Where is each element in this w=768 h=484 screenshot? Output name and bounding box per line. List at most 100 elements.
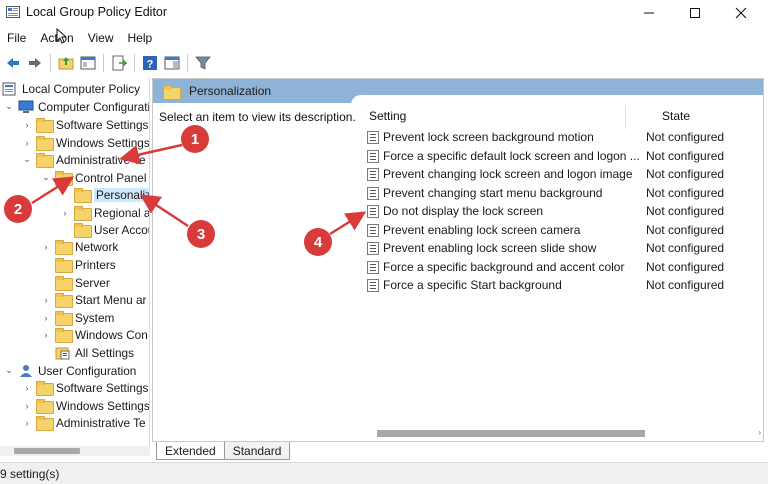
back-arrow-icon: [6, 58, 19, 68]
scroll-right-arrow-icon[interactable]: ›: [758, 428, 761, 437]
tree-node-network[interactable]: › Network: [41, 238, 118, 255]
close-button[interactable]: [718, 0, 764, 26]
setting-state: Not configured: [646, 204, 725, 218]
help-button[interactable]: ?: [139, 53, 160, 73]
column-divider[interactable]: [625, 105, 626, 129]
setting-row-do-not-display-lock-screen[interactable]: Do not display the lock screen Not confi…: [367, 202, 763, 220]
close-icon: [735, 7, 747, 19]
setting-row[interactable]: Force a specific background and accent c…: [367, 258, 763, 276]
setting-name: Do not display the lock screen: [383, 204, 544, 218]
setting-row[interactable]: Force a specific default lock screen and…: [367, 147, 763, 165]
chevron-right-icon[interactable]: ›: [41, 242, 51, 252]
setting-state: Not configured: [646, 149, 725, 163]
export-list-button[interactable]: [108, 53, 129, 73]
tree-node-user-accounts[interactable]: User Accou: [60, 221, 149, 238]
policy-setting-icon: [367, 241, 379, 255]
tree-node-windows-settings[interactable]: › Windows Settings: [22, 134, 150, 151]
up-one-level-button[interactable]: [55, 53, 76, 73]
setting-state: Not configured: [646, 278, 725, 292]
maximize-button[interactable]: [672, 0, 718, 26]
tree-node-regional[interactable]: › Regional a: [60, 204, 149, 221]
tree-node-windows-components[interactable]: › Windows Con: [41, 326, 148, 343]
tree-node-user-software-settings[interactable]: › Software Settings: [22, 379, 148, 396]
chevron-right-icon[interactable]: ›: [41, 330, 51, 340]
tree-label: All Settings: [75, 345, 135, 360]
folder-icon: [55, 275, 73, 291]
action-pane-icon: [164, 56, 179, 70]
tree-node-server[interactable]: Server: [41, 274, 110, 291]
tab-extended[interactable]: Extended: [156, 442, 225, 460]
chevron-right-icon[interactable]: ›: [22, 401, 32, 411]
folder-icon: [74, 187, 92, 203]
column-header-state[interactable]: State: [662, 109, 690, 129]
tree-node-personalization[interactable]: Personaliz: [60, 186, 149, 203]
chevron-right-icon[interactable]: ›: [22, 383, 32, 393]
setting-row[interactable]: Prevent changing lock screen and logon i…: [367, 165, 763, 183]
chevron-right-icon[interactable]: ›: [22, 138, 32, 148]
folder-up-icon: [58, 57, 73, 70]
minimize-button[interactable]: [626, 0, 672, 26]
tree-node-user-administrative-templates[interactable]: › Administrative Te: [22, 414, 146, 431]
tree-label: Windows Settings: [56, 135, 150, 150]
scrollbar-thumb[interactable]: [377, 430, 645, 437]
console-tree: Local Computer Policy ⌄ Computer Configu…: [0, 78, 150, 456]
setting-state: Not configured: [646, 186, 725, 200]
forward-button[interactable]: [24, 53, 45, 73]
tree-node-control-panel[interactable]: ⌄ Control Panel: [41, 169, 146, 186]
details-horizontal-scrollbar[interactable]: ›: [367, 427, 763, 439]
column-header-setting[interactable]: Setting: [369, 109, 406, 129]
tree-node-user-windows-settings[interactable]: › Windows Settings: [22, 397, 149, 414]
chevron-right-icon[interactable]: ›: [41, 295, 51, 305]
show-action-pane-button[interactable]: [161, 53, 182, 73]
chevron-right-icon[interactable]: ›: [60, 208, 70, 218]
chevron-down-icon[interactable]: ⌄: [4, 365, 14, 376]
tree-node-system[interactable]: › System: [41, 309, 114, 326]
tree-label: System: [75, 310, 115, 325]
setting-row[interactable]: Prevent changing start menu background N…: [367, 184, 763, 202]
tree-label: Administrative Te: [56, 152, 146, 167]
menu-view[interactable]: View: [81, 28, 121, 48]
tree-node-local-computer-policy[interactable]: Local Computer Policy: [2, 80, 140, 97]
tree-node-software-settings[interactable]: › Software Settings: [22, 116, 148, 133]
chevron-down-icon[interactable]: ⌄: [4, 101, 14, 112]
chevron-right-icon[interactable]: ›: [22, 418, 32, 428]
setting-row[interactable]: Force a specific Start background Not co…: [367, 276, 763, 294]
chevron-down-icon[interactable]: ⌄: [22, 154, 32, 165]
mouse-cursor-icon: [56, 28, 66, 44]
annotation-callout-1: 1: [181, 125, 209, 153]
group-policy-app-icon: [6, 6, 20, 18]
policy-setting-icon: [367, 186, 379, 200]
toolbar: ?: [0, 50, 768, 76]
tree-node-start-menu[interactable]: › Start Menu ar: [41, 291, 146, 308]
setting-row[interactable]: Prevent lock screen background motion No…: [367, 128, 763, 146]
setting-row[interactable]: Prevent enabling lock screen camera Not …: [367, 221, 763, 239]
status-bar: 9 setting(s): [0, 462, 768, 484]
tree-node-administrative-templates[interactable]: ⌄ Administrative Te: [22, 151, 146, 168]
scrollbar-thumb[interactable]: [14, 448, 80, 454]
tree-label: Administrative Te: [56, 415, 146, 430]
folder-icon: [163, 84, 181, 100]
policy-setting-icon: [367, 278, 379, 292]
annotation-callout-4: 4: [304, 228, 332, 256]
chevron-right-icon[interactable]: ›: [22, 120, 32, 130]
details-header-title: Personalization: [189, 84, 272, 98]
menu-file[interactable]: File: [0, 28, 33, 48]
tree-horizontal-scrollbar[interactable]: [0, 446, 150, 456]
chevron-down-icon[interactable]: ⌄: [41, 172, 51, 183]
setting-state: Not configured: [646, 167, 725, 181]
chevron-right-icon[interactable]: ›: [41, 313, 51, 323]
tree-node-all-settings[interactable]: All Settings: [41, 344, 134, 361]
back-button[interactable]: [2, 53, 23, 73]
tree-node-printers[interactable]: Printers: [41, 256, 116, 273]
show-hide-tree-button[interactable]: [77, 53, 98, 73]
filter-button[interactable]: [192, 53, 213, 73]
setting-name: Prevent enabling lock screen slide show: [383, 241, 597, 255]
folder-icon: [55, 327, 73, 343]
setting-row[interactable]: Prevent enabling lock screen slide show …: [367, 239, 763, 257]
folder-icon: [55, 257, 73, 273]
tab-standard[interactable]: Standard: [223, 442, 291, 460]
tree-node-computer-configuration[interactable]: ⌄ Computer Configurati: [4, 98, 149, 115]
tree-node-user-configuration[interactable]: ⌄ User Configuration: [4, 362, 136, 379]
window-title: Local Group Policy Editor: [26, 5, 168, 19]
menu-help[interactable]: Help: [121, 28, 160, 48]
